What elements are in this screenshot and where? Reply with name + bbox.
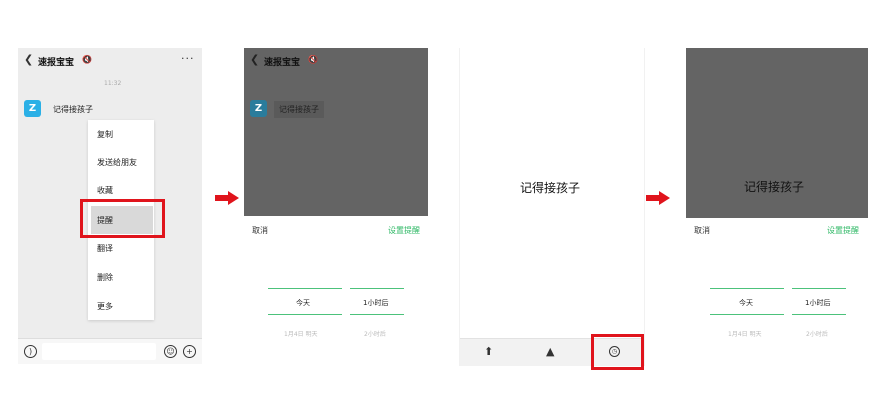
mute-icon: 🔇 [308,55,318,64]
message-input[interactable] [42,343,156,360]
chat-input-bar: ) ☺ + [18,338,202,364]
back-chevron-icon: ❮ [250,53,260,66]
voice-icon[interactable]: ) [24,345,37,358]
menu-item-translate[interactable]: 翻译 [88,234,154,262]
mute-icon: 🔇 [82,55,92,64]
day-picker-next[interactable]: 1月4日 明天 [284,329,318,338]
picker-line [792,288,846,289]
dimmed-message-overlay: 记得接孩子 [686,48,868,218]
chat-title: 速报宝宝 [38,58,75,68]
menu-item-more[interactable]: 更多 [88,292,154,320]
plus-icon[interactable]: + [183,345,196,358]
message-text: 记得接孩子 [744,180,805,194]
picker-line [710,288,784,289]
dimmed-chat-overlay: ❮ 速报宝宝 🔇 Z 记得接孩子 [244,48,428,216]
picker-line [350,288,404,289]
avatar[interactable]: Z [24,100,41,117]
cancel-button[interactable]: 取消 [252,225,268,236]
message-bubble[interactable]: 记得接孩子 [48,101,98,118]
picker-line [792,314,846,315]
hour-picker-selected[interactable]: 1小时后 [363,298,388,308]
message-timestamp: 11:32 [104,80,122,87]
highlight-remind-box [80,199,165,238]
cancel-button[interactable]: 取消 [694,225,710,236]
reminder-sheet-panel: ❮ 速报宝宝 🔇 Z 记得接孩子 取消 设置提醒 今天 1小时后 1月4日 明天… [244,48,428,366]
day-picker-selected[interactable]: 今天 [296,298,310,308]
picker-line [710,314,784,315]
menu-item-copy[interactable]: 复制 [88,120,154,148]
chat-title: 速报宝宝 [264,58,301,68]
hour-picker-selected[interactable]: 1小时后 [805,298,830,308]
avatar: Z [250,100,267,117]
menu-item-send-to-friend[interactable]: 发送给朋友 [88,148,154,176]
reminder-sheet-panel-2: 记得接孩子 取消 设置提醒 今天 1小时后 1月4日 明天 2小时后 [686,48,868,360]
message-bubble: 记得接孩子 [274,101,324,118]
avatar-letter: Z [28,103,37,114]
back-chevron-icon[interactable]: ❮ [24,53,33,66]
message-text: 记得接孩子 [520,181,581,195]
hour-picker-next[interactable]: 2小时后 [806,329,828,338]
share-icon[interactable]: ⬆ [484,345,493,358]
cube-icon[interactable]: ▲ [546,345,554,358]
arrow-right-icon [646,191,670,205]
day-picker-next[interactable]: 1月4日 明天 [728,329,762,338]
set-reminder-button[interactable]: 设置提醒 [388,225,420,236]
message-detail-panel: 记得接孩子 ⬆ ▲ ◷ [459,48,645,366]
arrow-right-icon [215,191,239,205]
highlight-clock-box [591,334,644,370]
menu-item-delete[interactable]: 删除 [88,263,154,291]
emoji-icon[interactable]: ☺ [164,345,177,358]
set-reminder-button[interactable]: 设置提醒 [827,225,859,236]
hour-picker-next[interactable]: 2小时后 [364,329,386,338]
picker-line [268,314,342,315]
picker-line [350,314,404,315]
avatar-letter: Z [254,103,263,114]
day-picker-selected[interactable]: 今天 [739,298,753,308]
picker-line [268,288,342,289]
more-options-icon[interactable]: ··· [181,52,195,65]
